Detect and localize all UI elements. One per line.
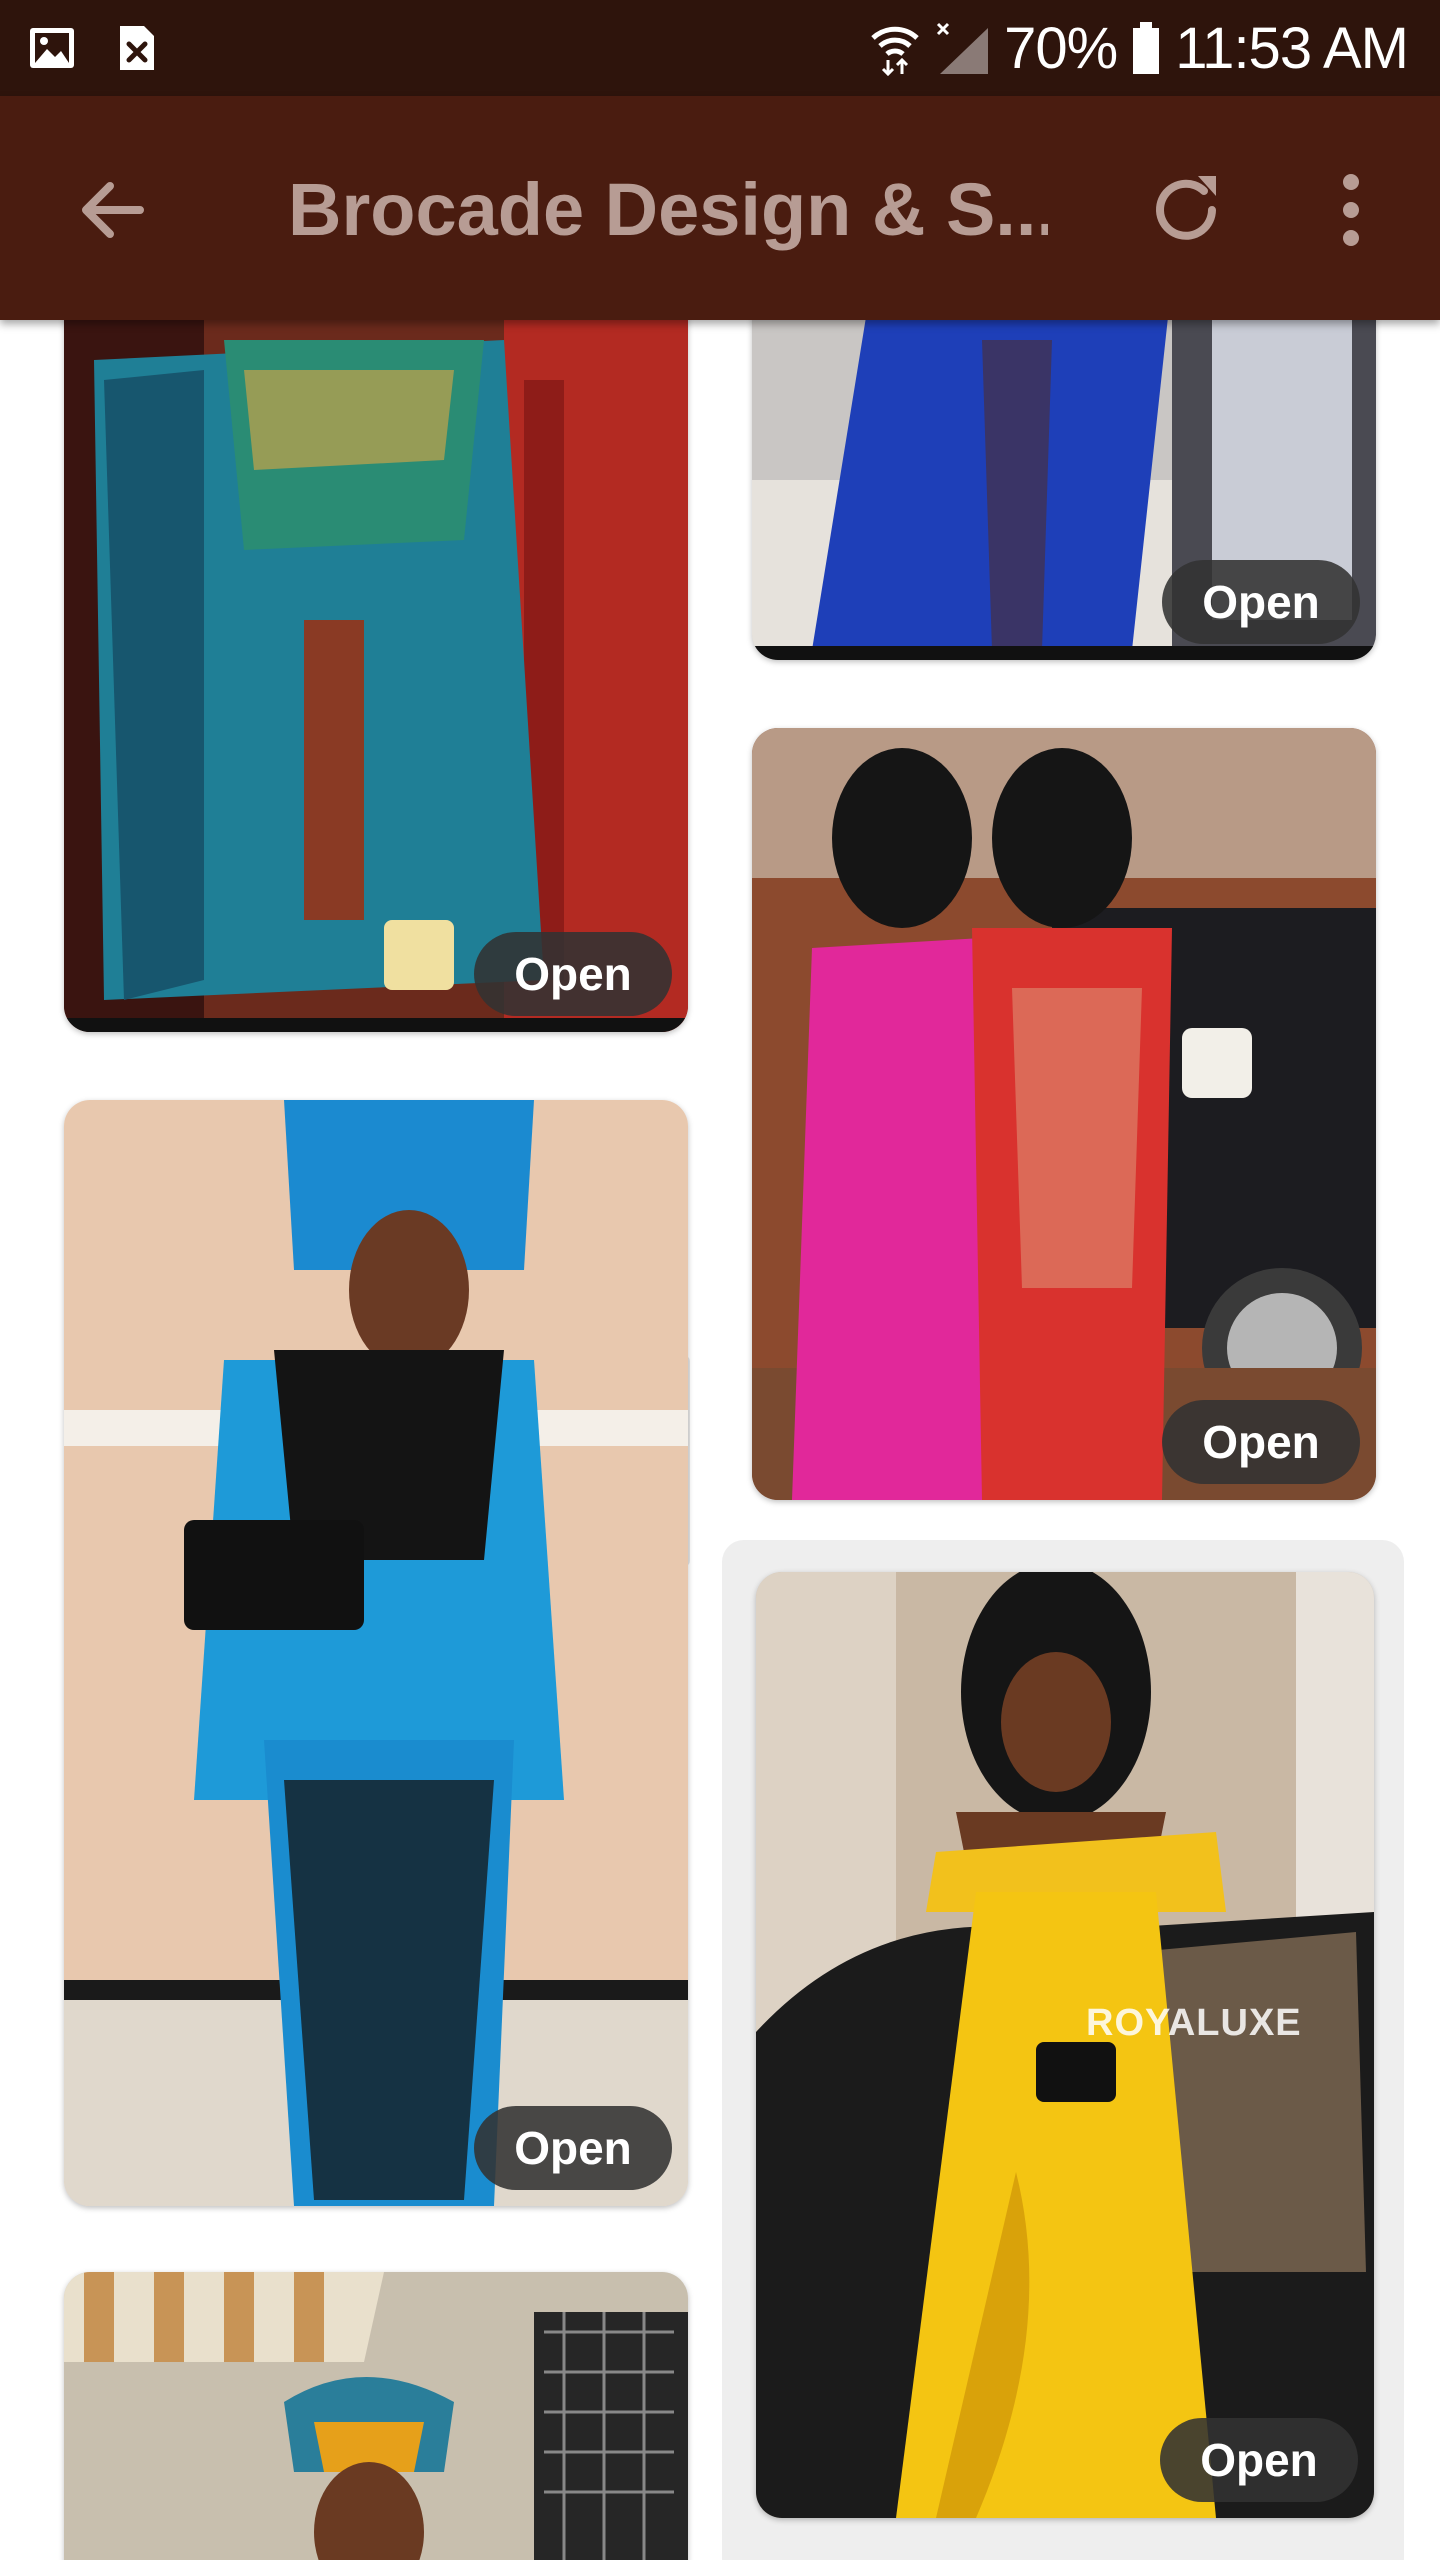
status-bar: 70% 11:53 AM <box>0 0 1440 96</box>
gallery-card[interactable]: Open <box>64 1100 688 2206</box>
dress-photo <box>64 1100 688 2206</box>
more-vert-icon[interactable] <box>1326 168 1376 252</box>
image-notification-icon <box>30 28 74 68</box>
wifi-icon <box>871 26 919 76</box>
refresh-icon[interactable] <box>1146 168 1230 252</box>
dress-photo <box>64 320 688 1032</box>
back-arrow-icon[interactable] <box>72 170 152 250</box>
close-notification-icon <box>120 26 154 70</box>
battery-percent: 70% <box>1004 15 1118 81</box>
signal-icon <box>937 22 989 74</box>
dress-photo <box>64 2272 688 2560</box>
dress-photo <box>756 1572 1374 2518</box>
open-button[interactable]: Open <box>1162 1400 1360 1484</box>
dress-photo <box>752 728 1376 1500</box>
battery-icon <box>1133 22 1160 74</box>
open-button[interactable]: Open <box>1160 2418 1358 2502</box>
royaluxe-watermark: ROYALUXE <box>1086 2002 1302 2044</box>
gallery-card[interactable]: Open <box>752 728 1376 1500</box>
image-grid[interactable]: Open Open Open Open ROYALUXE Open <box>0 320 1440 2560</box>
page-title: Brocade Design & S... <box>288 168 1048 251</box>
clock: 11:53 AM <box>1175 15 1409 81</box>
open-button[interactable]: Open <box>474 932 672 1016</box>
open-button[interactable]: Open <box>1162 560 1360 644</box>
gallery-card[interactable] <box>64 2272 688 2560</box>
gallery-card[interactable]: Open <box>752 320 1376 660</box>
gallery-card[interactable]: Open <box>64 320 688 1032</box>
open-button[interactable]: Open <box>474 2106 672 2190</box>
app-bar: Brocade Design & S... <box>0 96 1440 320</box>
gallery-card[interactable]: ROYALUXE Open <box>756 1572 1374 2518</box>
